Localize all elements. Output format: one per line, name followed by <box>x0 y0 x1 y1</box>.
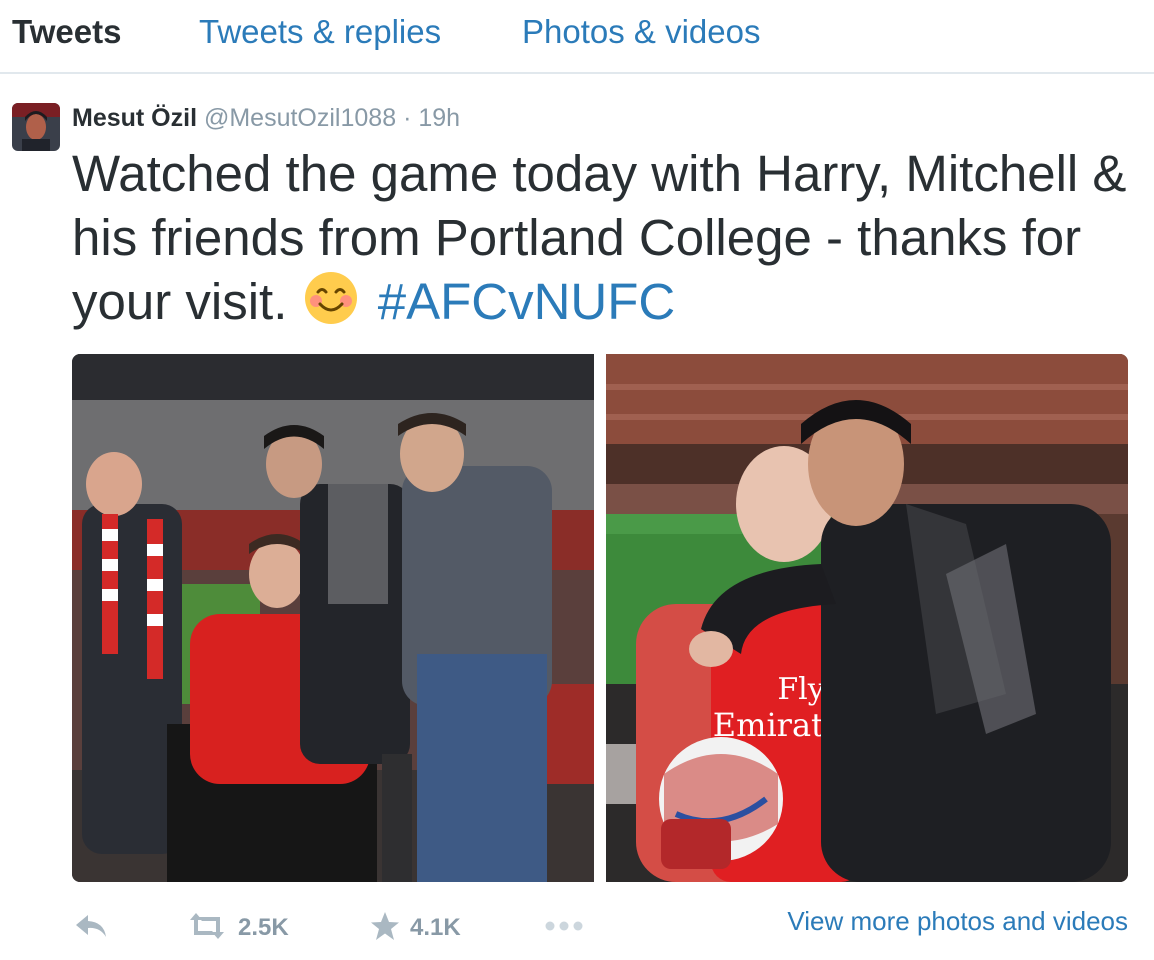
favorite-count: 4.1K <box>410 914 461 941</box>
profile-tabs: Tweets Tweets & replies Photos & videos <box>0 0 1154 74</box>
retweet-button[interactable]: 2.5K <box>186 905 289 951</box>
retweet-icon <box>186 912 228 945</box>
tab-tweets[interactable]: Tweets <box>12 12 121 52</box>
tweet-text: Watched the game today with Harry, Mitch… <box>72 142 1142 340</box>
retweet-count: 2.5K <box>238 914 289 941</box>
reply-button[interactable] <box>74 905 108 951</box>
tab-tweets-and-replies[interactable]: Tweets & replies <box>199 12 441 52</box>
shirt-sponsor-line-1: Fly <box>777 672 824 707</box>
header-separator: · <box>403 104 412 132</box>
more-dots-icon <box>544 919 584 937</box>
view-more-photos-link[interactable]: View more photos and videos <box>787 906 1128 937</box>
star-icon <box>370 911 400 946</box>
more-button[interactable] <box>544 905 584 951</box>
photo-group-in-stadium-box[interactable] <box>72 354 594 882</box>
avatar[interactable] <box>12 103 60 151</box>
favorite-button[interactable]: 4.1K <box>370 905 461 951</box>
smiling-face-emoji-icon <box>304 271 358 340</box>
author-handle[interactable]: @MesutOzil1088 <box>204 104 396 132</box>
reply-icon <box>74 913 108 944</box>
tweet-timestamp[interactable]: 19h <box>418 104 460 132</box>
photo-with-fan-in-stadium[interactable]: Fly Emirates <box>606 354 1128 882</box>
author-name[interactable]: Mesut Özil <box>72 104 197 132</box>
tab-photos-and-videos[interactable]: Photos & videos <box>522 12 760 52</box>
tweet-header: Mesut Özil @MesutOzil1088 · 19h <box>72 102 460 134</box>
hashtag-link[interactable]: #AFCvNUFC <box>378 273 676 330</box>
